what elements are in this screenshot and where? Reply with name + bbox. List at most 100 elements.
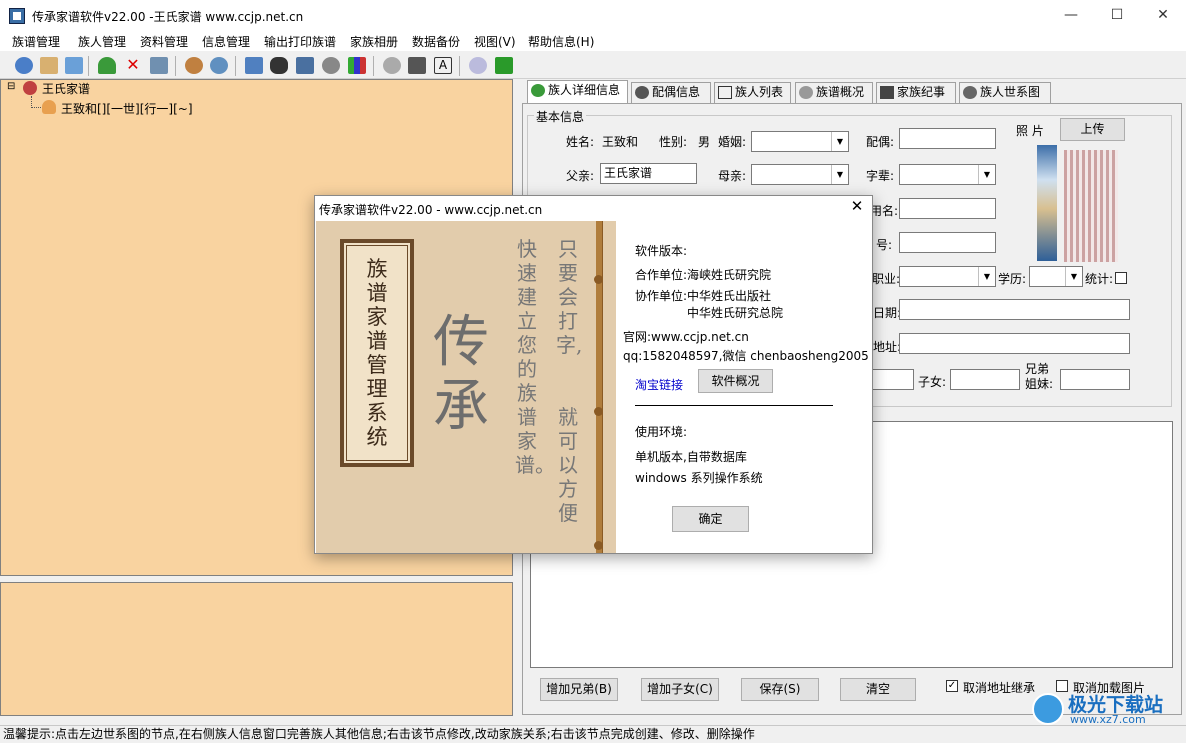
upload-button[interactable]: 上传 [1060, 118, 1125, 141]
siblings-label: 兄弟 姐妹: [1025, 362, 1054, 391]
bottom-pane[interactable] [0, 582, 513, 716]
books-icon[interactable] [408, 57, 426, 74]
add-sibling-button[interactable]: 增加兄弟(B) [540, 678, 618, 701]
menu-album[interactable]: 家族相册 [350, 33, 398, 50]
tree-toggle-icon[interactable]: ⊟ [7, 81, 15, 92]
photo-label: 照 片 [1016, 124, 1044, 138]
mother-select[interactable]: ▼ [751, 164, 849, 185]
tab-overview[interactable]: 族谱概况 [795, 82, 873, 103]
close-button[interactable]: ✕ [1140, 0, 1186, 31]
marriage-select[interactable]: ▼ [751, 131, 849, 152]
tree-child-node[interactable]: 王致和[][一世][行一][~] [61, 100, 193, 117]
tab-lineage[interactable]: 族人世系图 [959, 82, 1051, 103]
env-text-1: 单机版本,自带数据库 [635, 450, 747, 464]
education-select[interactable]: ▼ [1029, 266, 1083, 287]
address-input[interactable] [899, 333, 1130, 354]
overview-button[interactable]: 软件概况 [698, 369, 773, 393]
edit-person-icon[interactable] [150, 57, 168, 74]
chat-icon[interactable] [469, 57, 487, 74]
cancel-address-checkbox[interactable]: ✓ [946, 680, 958, 692]
art-slogan-1: 只要会打字, [556, 237, 583, 357]
maximize-button[interactable]: ☐ [1094, 0, 1140, 31]
watermark-logo-icon [1032, 693, 1064, 725]
stat-checkbox[interactable] [1115, 272, 1127, 284]
add-child-button[interactable]: 增加子女(C) [641, 678, 719, 701]
book-icon[interactable] [40, 57, 58, 74]
generation-select[interactable]: ▼ [899, 164, 996, 185]
menu-info[interactable]: 信息管理 [202, 33, 250, 50]
app-icon [9, 8, 25, 24]
tab-member-list[interactable]: 族人列表 [714, 82, 791, 103]
partner-text: 合作单位:海峡姓氏研究院 [635, 268, 772, 282]
art-slogan-2: 就可以方便 [558, 405, 578, 525]
date-input[interactable] [899, 299, 1130, 320]
text-icon[interactable]: A [434, 57, 452, 74]
env-label: 使用环境: [635, 425, 688, 439]
delete-icon[interactable]: ✕ [124, 57, 142, 74]
clear-button[interactable]: 清空 [840, 678, 916, 701]
menu-members[interactable]: 族人管理 [78, 33, 126, 50]
partial-input[interactable] [872, 369, 914, 390]
tab-spouse[interactable]: 配偶信息 [631, 82, 711, 103]
siblings-input[interactable] [1060, 369, 1130, 390]
cancel-address-label: 取消地址继承 [963, 681, 1036, 695]
eye-icon[interactable] [383, 57, 401, 74]
marriage-label: 婚姻: [718, 135, 747, 149]
menu-backup[interactable]: 数据备份 [412, 33, 460, 50]
menu-materials[interactable]: 资料管理 [140, 33, 188, 50]
people-icon[interactable] [185, 57, 203, 74]
website-text: 官网:www.ccjp.net.cn [623, 330, 749, 344]
menu-help[interactable]: 帮助信息(H) [528, 33, 594, 50]
family-icon[interactable] [210, 57, 228, 74]
chart-icon[interactable] [348, 57, 366, 74]
minimize-button[interactable]: — [1048, 0, 1094, 31]
menu-view[interactable]: 视图(V) [474, 33, 516, 50]
children-label: 子女: [918, 375, 947, 389]
father-input[interactable]: 王氏家谱 [600, 163, 697, 184]
save-button[interactable]: 保存(S) [741, 678, 819, 701]
watermark-photo [1064, 150, 1118, 262]
mother-label: 母亲: [718, 169, 747, 183]
hao-input[interactable] [899, 232, 996, 253]
contact-text: qq:1582048597,微信 chenbaosheng2005 [623, 349, 869, 363]
toolbar: ✕ A [0, 51, 1186, 79]
tab-member-details[interactable]: 族人详细信息 [527, 80, 628, 103]
dialog-close-button[interactable]: ✕ [845, 197, 869, 215]
art-knot [594, 275, 603, 284]
binoculars-icon[interactable] [270, 57, 288, 74]
assist-text-1: 协作单位:中华姓氏出版社 [635, 289, 772, 303]
env-text-2: windows 系列操作系统 [635, 471, 763, 485]
stat-label: 统计: [1085, 272, 1114, 286]
tree-icon[interactable] [15, 57, 33, 74]
windows-icon[interactable] [245, 57, 263, 74]
tree-root-node[interactable]: 王氏家谱 [42, 80, 90, 97]
art-calligraphy: 传承 [433, 310, 489, 439]
window-title: 传承家谱软件v22.00 -王氏家谱 www.ccjp.net.cn [32, 10, 304, 24]
tab-chronicle[interactable]: 家族纪事 [876, 82, 956, 103]
job-label: 职业: [872, 272, 901, 286]
father-label: 父亲: [566, 169, 595, 183]
menu-genealogy[interactable]: 族谱管理 [12, 33, 60, 50]
cancel-image-checkbox[interactable] [1056, 680, 1068, 692]
photo-thumbnail [1037, 145, 1057, 261]
gear-icon[interactable] [322, 57, 340, 74]
about-dialog: 传承家谱软件v22.00 - www.ccjp.net.cn ✕ 族谱家谱管理系… [314, 195, 873, 554]
image-icon[interactable] [65, 57, 83, 74]
children-input[interactable] [950, 369, 1020, 390]
menu-print[interactable]: 输出打印族谱 [264, 33, 336, 50]
add-person-icon[interactable] [98, 57, 116, 74]
spouse-label: 配偶: [866, 135, 895, 149]
exit-icon[interactable] [495, 57, 513, 74]
chevron-down-icon: ▼ [978, 267, 995, 286]
taobao-link[interactable]: 淘宝链接 [635, 376, 683, 393]
splash-artwork: 族谱家谱管理系统 传承 只要会打字, 就可以方便 快速建立您的族谱家谱。 [316, 221, 616, 553]
ok-button[interactable]: 确定 [672, 506, 749, 532]
name-label: 姓名: [566, 135, 595, 149]
grid-icon[interactable] [296, 57, 314, 74]
alias-input[interactable] [899, 198, 996, 219]
job-select[interactable]: ▼ [899, 266, 996, 287]
alias-label: 用名: [870, 204, 899, 218]
menu-bar: 族谱管理 族人管理 资料管理 信息管理 输出打印族谱 家族相册 数据备份 视图(… [0, 31, 1186, 51]
tree-connector [31, 107, 41, 108]
spouse-input[interactable] [899, 128, 996, 149]
